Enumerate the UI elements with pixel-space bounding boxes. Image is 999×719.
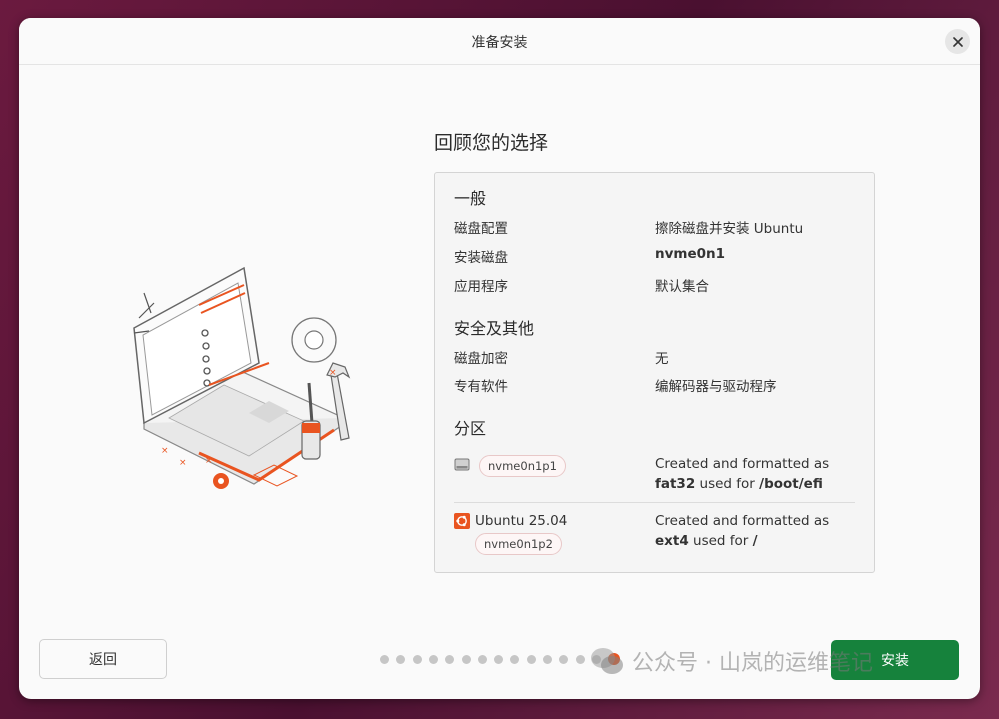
back-button[interactable]: 返回 (39, 639, 167, 679)
proprietary-software-value: 编解码器与驱动程序 (655, 379, 777, 395)
page-dot (526, 655, 536, 664)
partitions-section-title: 分区 (454, 419, 487, 438)
page-dot (380, 655, 389, 664)
install-disk-value: nvme0n1 (655, 246, 726, 262)
page-heading: 回顾您的选择 (434, 132, 549, 154)
partition-used-for: used for (699, 476, 755, 492)
partition-mount: /boot/efi (759, 476, 823, 492)
partition-divider (454, 502, 855, 503)
close-button[interactable] (945, 29, 970, 54)
svg-text:×: × (205, 456, 213, 466)
page-dot (510, 655, 520, 664)
install-disk-label: 安装磁盘 (454, 250, 508, 266)
partition-device-chip: nvme0n1p2 (475, 533, 562, 555)
window-title: 准备安装 (471, 35, 528, 51)
title-bar: 准备安装 (19, 18, 980, 65)
page-dot (477, 655, 487, 664)
installer-window: 准备安装 × × × × 回顾您的选择 一般 磁盘配置 擦除磁盘并安装 Ubun… (19, 18, 980, 699)
page-dot (559, 655, 569, 664)
page-dot (461, 655, 471, 664)
svg-text:×: × (179, 458, 187, 468)
applications-label: 应用程序 (454, 279, 508, 295)
partition-used-for: used for (693, 533, 749, 549)
page-dot (412, 655, 422, 664)
general-section-title: 一般 (454, 189, 487, 208)
page-dot (494, 655, 504, 664)
page-dot (428, 655, 438, 664)
partition-fs-line: fat32 used for /boot/efi (655, 476, 823, 492)
disk-encryption-label: 磁盘加密 (454, 351, 508, 367)
partition-desc: Created and formatted as (655, 513, 830, 529)
partition-os-name: Ubuntu 25.04 (475, 513, 568, 529)
applications-value: 默认集合 (655, 279, 709, 295)
partition-desc: Created and formatted as (655, 456, 830, 472)
proprietary-software-label: 专有软件 (454, 379, 508, 395)
partition-fs: ext4 (655, 533, 689, 549)
wechat-icon (591, 648, 623, 674)
partition-fs-line: ext4 used for / (655, 533, 758, 549)
watermark: 公众号 · 山岚的运维笔记 (590, 645, 873, 677)
close-icon (952, 36, 963, 47)
partition-mount: / (752, 533, 758, 549)
laptop-tools-illustration: × × × × (133, 266, 351, 489)
summary-panel: 一般 磁盘配置 擦除磁盘并安装 Ubuntu 安装磁盘 nvme0n1 应用程序… (434, 172, 875, 573)
disk-config-value: 擦除磁盘并安装 Ubuntu (655, 221, 804, 237)
partition-fs: fat32 (655, 476, 696, 492)
disk-encryption-value: 无 (655, 351, 669, 367)
ubuntu-icon (454, 513, 470, 529)
svg-text:×: × (329, 368, 337, 378)
page-dot (543, 655, 552, 664)
page-dot (575, 655, 585, 664)
watermark-text: 公众号 · 山岚的运维笔记 (632, 651, 873, 676)
partition-device-chip: nvme0n1p1 (479, 455, 566, 477)
disk-icon (454, 458, 470, 471)
security-section-title: 安全及其他 (454, 319, 535, 338)
page-dot (445, 655, 455, 664)
page-dot (396, 655, 406, 664)
disk-config-label: 磁盘配置 (454, 221, 508, 237)
svg-text:×: × (161, 446, 169, 456)
